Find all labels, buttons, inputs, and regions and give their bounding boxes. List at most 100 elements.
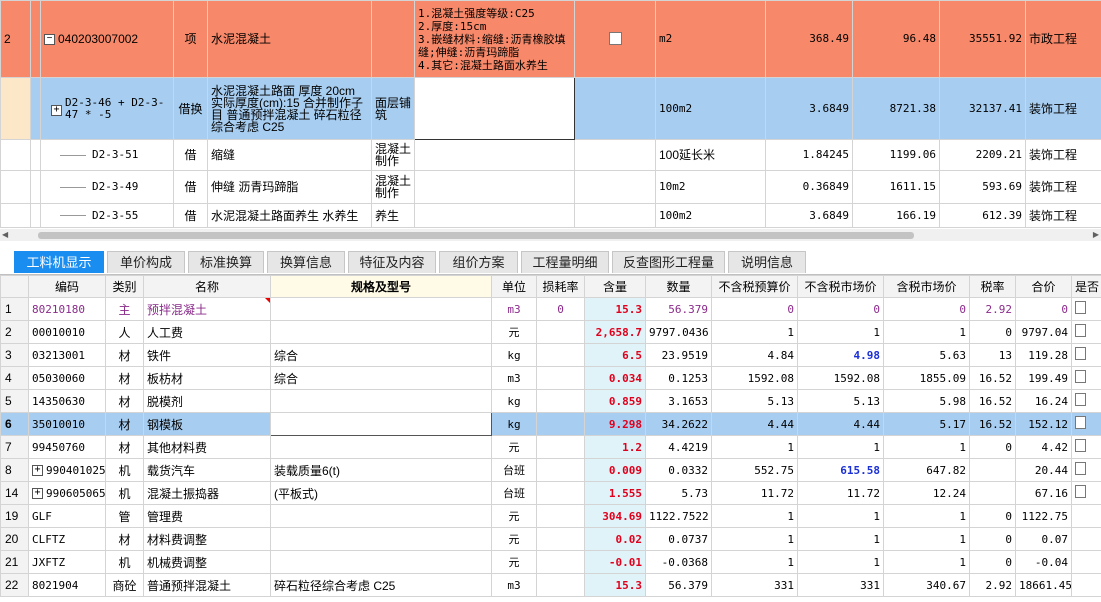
cell-code-text: 05030060: [32, 371, 85, 385]
cell-total: 20.44: [1015, 458, 1072, 482]
cell-code: GLF: [28, 504, 106, 528]
tab-description[interactable]: 说明信息: [728, 251, 806, 273]
scrollbar-thumb[interactable]: [38, 232, 914, 239]
cell-tax-rate-text: 0: [1005, 440, 1012, 454]
cell-spec: [270, 527, 492, 551]
cell-code: 99450760: [28, 435, 106, 459]
cell-spec-text: 碎石粒径综合考虑 C25: [274, 578, 396, 593]
table-row[interactable]: 14 +990605065 机 混凝土振捣器 (平板式) 台班 1.555 5.73 11.72…: [0, 481, 1101, 505]
cell-total-text: 199.49: [1028, 371, 1068, 385]
cell-code: 14350630: [28, 389, 106, 413]
row-number-text: 8: [5, 463, 12, 477]
horizontal-scrollbar[interactable]: ◀ ▶: [0, 229, 1101, 241]
cell-unit-text: 元: [508, 326, 520, 339]
table-row[interactable]: 5 14350630 材 脱模剂 kg 0.859 3.1653 5.13 5.13 5.98 16…: [0, 389, 1101, 413]
collapse-icon[interactable]: −: [44, 34, 55, 46]
cell-market-price: 5.13: [797, 389, 884, 413]
table-row[interactable]: 21 JXFTZ 机 机械费调整 元 -0.01 -0.0368 1 1 1 0 -0.04: [0, 550, 1101, 574]
table-row[interactable]: 3 03213001 材 铁件 综合 kg 6.5 23.9519 4.84 4.98 5.63 13…: [0, 343, 1101, 367]
item-total: 2209.21: [939, 139, 1026, 171]
cell-name-text: 人工费: [147, 325, 184, 340]
checkbox[interactable]: [1075, 416, 1086, 429]
col-category[interactable]: 类别: [105, 275, 144, 298]
col-name[interactable]: 名称: [143, 275, 271, 298]
col-market-price[interactable]: 不含税市场价: [797, 275, 884, 298]
col-loss-rate[interactable]: 损耗率: [536, 275, 585, 298]
scroll-left-icon[interactable]: ◀: [2, 230, 8, 239]
tab-labor-material[interactable]: 工料机显示: [14, 251, 104, 273]
cell-amount: 56.379: [645, 573, 712, 597]
cell-total-text: 152.12: [1028, 417, 1068, 431]
table-row[interactable]: 2 00010010 人 人工费 元 2,658.7 9797.0436 1 1 1 0 9797.0…: [0, 320, 1101, 344]
list-row[interactable]: D2-3-51 借 缩缝 混凝土制作 100延长米 1.84245 1199.0…: [0, 139, 1101, 171]
checkbox[interactable]: [1075, 393, 1086, 406]
scroll-right-icon[interactable]: ▶: [1093, 230, 1099, 239]
cell-loss-rate: [536, 366, 585, 390]
table-row[interactable]: 22 8021904 商砼 普通预拌混凝土 碎石粒径综合考虑 C25 m3 15.3 56.3…: [0, 573, 1101, 597]
cell-name: 预拌混凝土: [143, 297, 271, 321]
list-row[interactable]: D2-3-49 借 伸缝 沥青玛蹄脂 混凝土制作 10m2 0.36849 16…: [0, 170, 1101, 204]
item-total: 32137.41: [939, 77, 1026, 140]
checkbox[interactable]: [1075, 485, 1086, 498]
cell-unit: m3: [491, 297, 537, 321]
table-row[interactable]: 1 80210180 主 预拌混凝土 m3 0 15.3 56.379 0 0 0 2.92 0: [0, 297, 1101, 321]
checkbox[interactable]: [1075, 370, 1086, 383]
cell-spec: 综合: [270, 366, 492, 390]
cell-total-text: 9797.04: [1021, 325, 1068, 339]
tab-pricing-plan[interactable]: 组价方案: [439, 251, 518, 273]
cell-tax-rate: 2.92: [969, 297, 1016, 321]
col-budget-price[interactable]: 不含税预算价: [711, 275, 798, 298]
col-flag[interactable]: 是否: [1071, 275, 1101, 298]
list-row[interactable]: 2 −040203007002 项 水泥混凝土 1.混凝土强度等级:C25 2.…: [0, 0, 1101, 78]
list-row[interactable]: + D2-3-46 + D2-3-47 * -5 借换 水泥混凝土路面 厚度 20…: [0, 77, 1101, 140]
cell-loss-rate: [536, 435, 585, 459]
expand-icon[interactable]: +: [51, 104, 62, 116]
cell-market-price: 331: [797, 573, 884, 597]
feature-editor[interactable]: [414, 77, 575, 140]
tab-standard-conversion[interactable]: 标准换算: [188, 251, 264, 273]
item-unit: m2: [655, 0, 766, 78]
col-tax-rate[interactable]: 税率: [969, 275, 1016, 298]
table-row[interactable]: 6 35010010 材 钢模板 kg 9.298 34.2622 4.44 4.44 5.17 1…: [0, 412, 1101, 436]
checkbox[interactable]: [1075, 324, 1086, 337]
cell-spec[interactable]: [270, 412, 492, 436]
cell-tax-rate: 0: [969, 504, 1016, 528]
cell-tax-market-price: 1: [883, 527, 970, 551]
tab-unit-price[interactable]: 单价构成: [107, 251, 185, 273]
cell-content: 1.2: [584, 435, 646, 459]
table-row[interactable]: 19 GLF 管 管理费 元 304.69 1122.7522 1 1 1 0 1122.75: [0, 504, 1101, 528]
col-amount[interactable]: 数量: [645, 275, 712, 298]
col-spec[interactable]: 规格及型号: [270, 275, 492, 298]
checkbox[interactable]: [1075, 347, 1086, 360]
table-row[interactable]: 8 +990401025 机 载货汽车 装载质量6(t) 台班 0.009 0.0332 552…: [0, 458, 1101, 482]
col-content[interactable]: 含量: [584, 275, 646, 298]
checkbox[interactable]: [1075, 462, 1086, 475]
table-row[interactable]: 20 CLFTZ 材 材料费调整 元 0.02 0.0737 1 1 1 0 0.07: [0, 527, 1101, 551]
row-number-text: 1: [5, 302, 12, 316]
tab-graphic-quantity[interactable]: 反查图形工程量: [612, 251, 725, 273]
tab-features[interactable]: 特征及内容: [348, 251, 436, 273]
col-tax-market-price[interactable]: 含税市场价: [883, 275, 970, 298]
cell-tax-market-price: 1855.09: [883, 366, 970, 390]
expand-icon[interactable]: +: [32, 465, 43, 476]
list-row[interactable]: D2-3-55 借 水泥混凝土路面养生 水养生 养生 100m2 3.6849 …: [0, 203, 1101, 228]
table-row[interactable]: 4 05030060 材 板枋材 综合 m3 0.034 0.1253 1592.08 1592.…: [0, 366, 1101, 390]
cell-unit-text: 元: [508, 533, 520, 546]
cell-flag: [1071, 320, 1101, 344]
col-total[interactable]: 合价: [1015, 275, 1072, 298]
cell-amount-text: 34.2622: [661, 417, 708, 431]
expand-icon[interactable]: +: [32, 488, 43, 499]
checkbox[interactable]: [1075, 301, 1086, 314]
table-row[interactable]: 7 99450760 材 其他材料费 元 1.2 4.4219 1 1 1 0 4.42: [0, 435, 1101, 459]
cell-tax-market-price: 1: [883, 435, 970, 459]
cell-spec: 装载质量6(t): [270, 458, 492, 482]
tab-quantity-detail[interactable]: 工程量明细: [521, 251, 609, 273]
cell-market-price: 4.98: [797, 343, 884, 367]
cell-tax-rate: 16.52: [969, 366, 1016, 390]
tab-conversion-info[interactable]: 换算信息: [267, 251, 345, 273]
checkbox[interactable]: [1075, 439, 1086, 452]
cell-budget-price-text: 4.84: [767, 348, 795, 362]
col-unit[interactable]: 单位: [491, 275, 537, 298]
col-code[interactable]: 编码: [28, 275, 106, 298]
checkbox[interactable]: [608, 31, 622, 45]
